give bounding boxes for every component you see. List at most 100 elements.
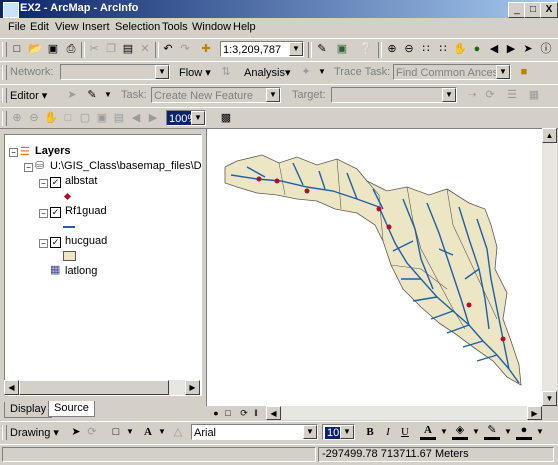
menu-file[interactable]: File: [8, 21, 26, 33]
identify-icon[interactable]: ⓘ: [538, 41, 554, 57]
map-display[interactable]: [206, 128, 544, 408]
scroll-left-icon[interactable]: ◀: [4, 380, 19, 395]
toolbar-grip[interactable]: [2, 65, 7, 80]
flow-arrows-icon[interactable]: ⇅: [218, 64, 234, 80]
attributes-icon[interactable]: ☰: [504, 87, 520, 103]
layer-name-latlong[interactable]: latlong: [65, 265, 97, 277]
marker-color-icon[interactable]: ●: [516, 424, 532, 440]
chevron-down-icon[interactable]: ▼: [122, 424, 138, 440]
underline-button[interactable]: U: [397, 424, 413, 440]
tab-display[interactable]: Display: [4, 402, 53, 418]
editor-toolbar-icon[interactable]: ✎: [314, 41, 330, 57]
whats-this-help-icon[interactable]: ❔: [358, 41, 374, 57]
tab-source[interactable]: Source: [48, 401, 95, 417]
polygon-symbol-icon[interactable]: [63, 251, 76, 261]
chevron-down-icon[interactable]: ▼: [154, 424, 170, 440]
zoom-out-icon[interactable]: ⊖: [401, 41, 417, 57]
pan-icon[interactable]: ✋: [452, 41, 468, 57]
chevron-down-icon[interactable]: ▼: [266, 88, 280, 102]
sketch-tool-icon[interactable]: ✎: [84, 87, 100, 103]
map-vertical-scrollbar[interactable]: ▲ ▼: [542, 128, 557, 406]
edit-tool-icon[interactable]: ➤: [64, 87, 80, 103]
rotate-element-icon[interactable]: ⟳: [84, 424, 100, 440]
scroll-up-icon[interactable]: ▲: [542, 128, 557, 143]
chevron-down-icon[interactable]: ▼: [436, 424, 452, 440]
layer-name-rf1guad[interactable]: Rf1guad: [65, 205, 107, 217]
editor-menu[interactable]: Editor ▾: [10, 89, 47, 102]
chevron-down-icon[interactable]: ▼: [100, 87, 116, 103]
toolbar-grip[interactable]: [2, 42, 7, 57]
previous-page-extent-icon[interactable]: ◀: [128, 110, 144, 126]
arctoolbox-icon[interactable]: ▣: [334, 41, 350, 57]
collapse-layer-icon[interactable]: −: [39, 209, 48, 218]
menu-help[interactable]: Help: [233, 21, 256, 33]
full-extent-icon[interactable]: ●: [469, 41, 485, 57]
line-symbol-icon[interactable]: [63, 226, 75, 228]
copy-icon[interactable]: ❐: [103, 41, 119, 57]
station-point[interactable]: [256, 176, 262, 182]
chevron-down-icon[interactable]: ▼: [155, 65, 169, 79]
fixed-zoom-in-icon[interactable]: ∷: [418, 41, 434, 57]
chevron-down-icon[interactable]: ▼: [500, 424, 516, 440]
fixed-zoom-out-page-icon[interactable]: ▤: [111, 110, 127, 126]
trace-task-combo[interactable]: Find Common Ancesto ▼: [393, 64, 511, 80]
open-folder-icon[interactable]: 📂: [27, 41, 43, 57]
layout-zoom-in-icon[interactable]: ⊕: [9, 110, 25, 126]
zoom-whole-page-icon[interactable]: □: [60, 110, 76, 126]
map-horizontal-scrollbar[interactable]: ◀ ▶: [266, 406, 542, 420]
toc-horizontal-scrollbar[interactable]: ◀ ▶: [4, 380, 200, 395]
map-scale-combo[interactable]: 1:3,209,787 ▼: [220, 41, 304, 57]
chevron-down-icon[interactable]: ▼: [314, 64, 330, 80]
collapse-layer-icon[interactable]: −: [39, 239, 48, 248]
split-tool-icon[interactable]: ➝: [464, 87, 480, 103]
layer-visibility-checkbox[interactable]: ✓: [50, 237, 61, 248]
menu-insert[interactable]: Insert: [82, 21, 110, 33]
collapse-data-frame-icon[interactable]: −: [24, 163, 33, 172]
chevron-down-icon[interactable]: ▼: [496, 65, 510, 79]
select-elements-icon[interactable]: ➤: [68, 424, 84, 440]
next-extent-icon[interactable]: ▶: [503, 41, 519, 57]
layer-name-hucguad[interactable]: hucguad: [65, 235, 107, 247]
station-point[interactable]: [466, 302, 472, 308]
sketch-properties-icon[interactable]: ▦: [526, 87, 542, 103]
chevron-down-icon[interactable]: ▼: [289, 42, 303, 56]
layers-root[interactable]: Layers: [35, 145, 70, 157]
menu-view[interactable]: View: [55, 21, 79, 33]
paste-icon[interactable]: ▤: [120, 41, 136, 57]
chevron-down-icon[interactable]: ▼: [340, 425, 354, 439]
delete-icon[interactable]: ✕: [137, 41, 153, 57]
toolbar-grip[interactable]: [2, 88, 7, 103]
toolbar-grip[interactable]: [2, 111, 7, 126]
chevron-down-icon[interactable]: ▼: [442, 88, 456, 102]
scroll-right-icon[interactable]: ▶: [527, 406, 542, 420]
analysis-menu[interactable]: Analysis▾: [244, 66, 290, 79]
rotate-tool-icon[interactable]: ⟳: [482, 87, 498, 103]
fixed-zoom-out-icon[interactable]: ∷: [435, 41, 451, 57]
collapse-layer-icon[interactable]: −: [39, 179, 48, 188]
select-features-icon[interactable]: ➤: [520, 41, 536, 57]
network-combo[interactable]: ▼: [60, 64, 170, 80]
font-color-button[interactable]: A: [420, 424, 436, 440]
draft-mode-icon[interactable]: ▩: [218, 110, 234, 126]
station-point[interactable]: [386, 224, 392, 230]
menu-window[interactable]: Window: [192, 21, 231, 33]
map-canvas[interactable]: [207, 129, 543, 407]
menu-edit[interactable]: Edit: [30, 21, 49, 33]
next-page-extent-icon[interactable]: ▶: [145, 110, 161, 126]
solve-icon[interactable]: ■: [516, 64, 532, 80]
fixed-zoom-in-page-icon[interactable]: ▣: [94, 110, 110, 126]
new-document-icon[interactable]: □: [9, 41, 25, 57]
toolbar-grip[interactable]: [2, 425, 7, 440]
pause-drawing-icon[interactable]: ‖: [248, 405, 264, 421]
layer-name-albstat[interactable]: albstat: [65, 175, 97, 187]
layout-view-icon[interactable]: □: [220, 405, 236, 421]
previous-extent-icon[interactable]: ◀: [486, 41, 502, 57]
task-combo[interactable]: Create New Feature ▼: [151, 87, 281, 103]
station-point[interactable]: [376, 206, 382, 212]
layer-visibility-checkbox[interactable]: ✓: [50, 207, 61, 218]
line-color-icon[interactable]: ✎: [484, 424, 500, 440]
layout-zoom-out-icon[interactable]: ⊖: [26, 110, 42, 126]
save-icon[interactable]: ▣: [45, 41, 61, 57]
scroll-left-icon[interactable]: ◀: [266, 406, 281, 420]
zoom-100-icon[interactable]: ▢: [77, 110, 93, 126]
